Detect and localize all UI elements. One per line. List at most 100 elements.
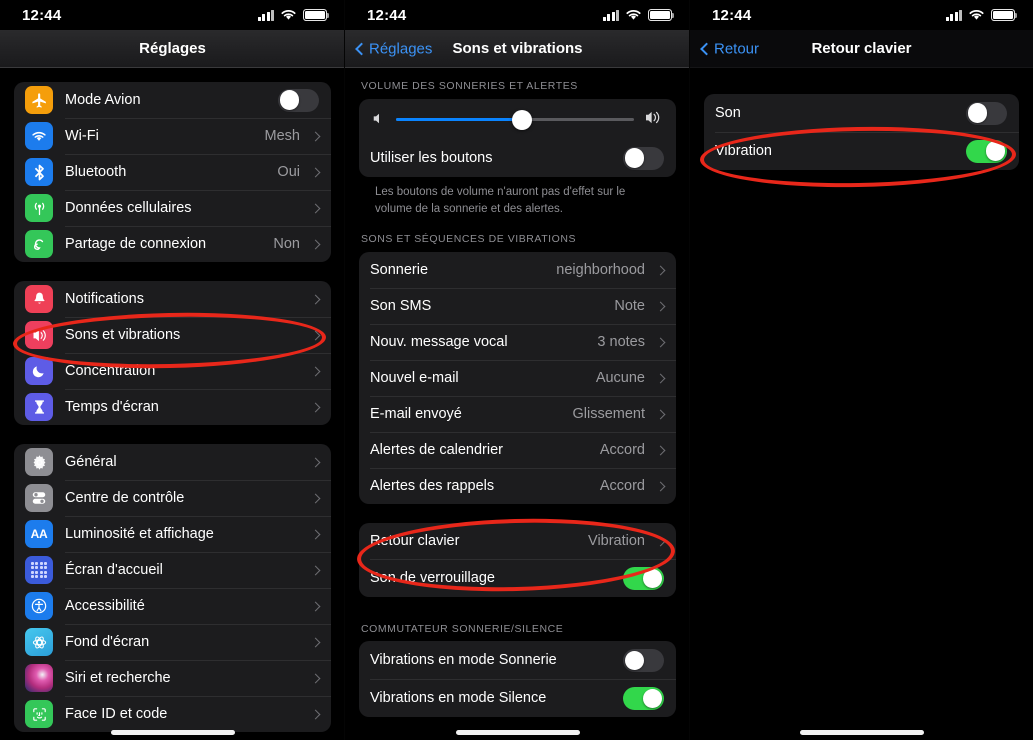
- chevron-right-icon: [310, 709, 321, 719]
- sidebar-item-label: Wi-Fi: [65, 128, 99, 144]
- sidebar-item-label: Bluetooth: [65, 164, 127, 180]
- sidebar-item-temps-decran[interactable]: Temps d'écran: [14, 389, 331, 425]
- slider-thumb[interactable]: [512, 109, 533, 130]
- sidebar-item-general[interactable]: Général: [14, 444, 331, 480]
- row-value: Accord: [599, 478, 645, 495]
- list-item-alertes-de-calendrier[interactable]: Alertes de calendrier Accord: [359, 432, 676, 468]
- sidebar-item-siri-et-recherche[interactable]: Siri et recherche: [14, 660, 331, 696]
- display-brightness-icon: AA: [25, 520, 53, 548]
- wifi-icon: [281, 10, 296, 20]
- keyboard-sound-toggle[interactable]: [966, 101, 1007, 125]
- speaker-high-icon: [644, 110, 663, 129]
- list-item-vibration[interactable]: Vibration: [704, 132, 1019, 170]
- row-label: Nouv. message vocal: [370, 334, 508, 351]
- nav-bar-right: Retour Retour clavier: [690, 30, 1033, 68]
- sidebar-item-label: Siri et recherche: [65, 670, 171, 686]
- control-center-icon: [25, 484, 53, 512]
- sidebar-item-accessibilite[interactable]: Accessibilité: [14, 588, 331, 624]
- sidebar-item-wifi[interactable]: Wi-Fi Mesh: [14, 118, 331, 154]
- vibrate-on-silent-toggle[interactable]: [623, 686, 664, 710]
- use-buttons-toggle[interactable]: [623, 146, 664, 170]
- row-label: Son SMS: [370, 298, 432, 315]
- nav-bar-mid: Réglages Sons et vibrations: [345, 30, 690, 68]
- sidebar-item-label: Écran d'accueil: [65, 562, 163, 578]
- list-item-son-sms[interactable]: Son SMS Note: [359, 288, 676, 324]
- list-item-email-envoye[interactable]: E-mail envoyé Glissement: [359, 396, 676, 432]
- wifi-icon: [969, 10, 984, 20]
- settings-group-connectivity: Mode Avion Wi-Fi Mesh Bluetooth Oui Donn…: [14, 82, 331, 262]
- list-item-retour-clavier[interactable]: Retour clavier Vibration: [359, 523, 676, 559]
- home-indicator-mid: [455, 730, 580, 735]
- sidebar-item-sons-et-vibrations[interactable]: Sons et vibrations: [14, 317, 331, 353]
- sidebar-item-bluetooth[interactable]: Bluetooth Oui: [14, 154, 331, 190]
- status-bar-right: 12:44: [690, 0, 1033, 30]
- panel-divider-2: [689, 0, 690, 740]
- row-value: Vibration: [588, 533, 645, 550]
- sidebar-item-notifications[interactable]: Notifications: [14, 281, 331, 317]
- sounds-speaker-icon: [25, 321, 53, 349]
- chevron-right-icon: [310, 294, 321, 304]
- sidebar-item-face-id-et-code[interactable]: Face ID et code: [14, 696, 331, 732]
- chevron-right-icon: [310, 239, 321, 249]
- section-header-volume: VOLUME DES SONNERIES ET ALERTES: [361, 80, 578, 92]
- airplane-mode-toggle[interactable]: [278, 88, 319, 112]
- cellular-signal-icon: [257, 9, 274, 21]
- keyboard-feedback-panel: 12:44 Retour Retour clavier Son Vibratio…: [690, 0, 1033, 740]
- sidebar-item-fond-decran[interactable]: Fond d'écran: [14, 624, 331, 660]
- list-item-sonnerie[interactable]: Sonnerie neighborhood: [359, 252, 676, 288]
- status-bar-mid: 12:44: [345, 0, 690, 30]
- chevron-right-icon: [310, 330, 321, 340]
- keyboard-feedback-content: Son Vibration: [690, 68, 1033, 170]
- sidebar-item-mode-avion[interactable]: Mode Avion: [14, 82, 331, 118]
- siri-search-icon: [25, 664, 53, 692]
- ringer-volume-slider-row[interactable]: [359, 99, 676, 139]
- cellular-signal-icon: [945, 9, 962, 21]
- row-label: Alertes des rappels: [370, 478, 495, 495]
- row-value: 3 notes: [597, 334, 645, 351]
- volume-caption: Les boutons de volume n'auront pas d'eff…: [375, 186, 626, 215]
- chevron-left-icon: [355, 42, 368, 55]
- screenshot-stage: 12:44 Réglages Mode Avion Wi-Fi Mesh Blu…: [0, 0, 1033, 740]
- sidebar-item-label: Général: [65, 454, 117, 470]
- sidebar-item-ecran-daccueil[interactable]: Écran d'accueil: [14, 552, 331, 588]
- home-indicator-left: [110, 730, 235, 735]
- back-button-reglages[interactable]: Réglages: [355, 40, 432, 57]
- chevron-right-icon: [310, 366, 321, 376]
- page-title-right: Retour clavier: [811, 40, 912, 57]
- sidebar-item-donnees-cellulaires[interactable]: Données cellulaires: [14, 190, 331, 226]
- sidebar-item-label: Sons et vibrations: [65, 327, 181, 343]
- list-item-alertes-des-rappels[interactable]: Alertes des rappels Accord: [359, 468, 676, 504]
- sidebar-item-partage-de-connexion[interactable]: Partage de connexion Non: [14, 226, 331, 262]
- airplane-icon: [25, 86, 53, 114]
- list-item-vibrations-mode-silence[interactable]: Vibrations en mode Silence: [359, 679, 676, 717]
- settings-group-notifications: Notifications Sons et vibrations Concent…: [14, 281, 331, 425]
- accessibility-icon: [25, 592, 53, 620]
- home-indicator-right: [799, 730, 924, 735]
- list-item-vibrations-mode-sonnerie[interactable]: Vibrations en mode Sonnerie: [359, 641, 676, 679]
- sidebar-item-label: Partage de connexion: [65, 236, 207, 252]
- keyboard-vibration-toggle[interactable]: [966, 139, 1007, 163]
- list-item-nouv-message-vocal[interactable]: Nouv. message vocal 3 notes: [359, 324, 676, 360]
- lock-sound-toggle[interactable]: [623, 566, 664, 590]
- vibrate-on-ring-toggle[interactable]: [623, 648, 664, 672]
- chevron-right-icon: [655, 301, 666, 312]
- list-item-son-de-verrouillage[interactable]: Son de verrouillage: [359, 559, 676, 597]
- row-label: Retour clavier: [370, 533, 460, 550]
- sidebar-item-concentration[interactable]: Concentration: [14, 353, 331, 389]
- sidebar-item-value: Oui: [277, 164, 300, 180]
- status-time: 12:44: [712, 6, 752, 24]
- list-item-son[interactable]: Son: [704, 94, 1019, 132]
- wallpaper-icon: [25, 628, 53, 656]
- chevron-right-icon: [310, 529, 321, 539]
- back-button-retour[interactable]: Retour: [700, 40, 759, 57]
- use-buttons-row[interactable]: Utiliser les boutons: [359, 139, 676, 177]
- sidebar-item-luminosite-et-affichage[interactable]: AA Luminosité et affichage: [14, 516, 331, 552]
- list-item-nouvel-email[interactable]: Nouvel e-mail Aucune: [359, 360, 676, 396]
- status-icons: [602, 9, 675, 21]
- chevron-right-icon: [655, 373, 666, 384]
- chevron-left-icon: [700, 42, 713, 55]
- sidebar-item-centre-de-controle[interactable]: Centre de contrôle: [14, 480, 331, 516]
- ringer-volume-slider[interactable]: [396, 109, 634, 130]
- cellular-data-icon: [25, 194, 53, 222]
- chevron-right-icon: [310, 565, 321, 575]
